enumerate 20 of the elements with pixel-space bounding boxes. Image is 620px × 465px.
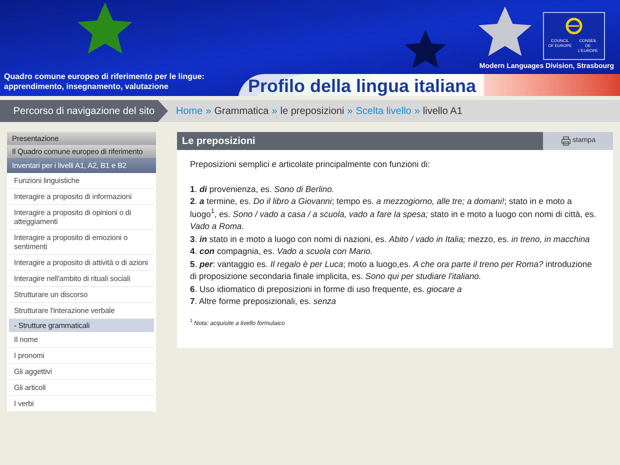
breadcrumb-text: Grammatica [214, 104, 269, 118]
breadcrumb-text: le preposizioni [280, 104, 344, 118]
breadcrumb-text: livello A1 [422, 104, 462, 118]
list-entry: 6. Uso idiomatico di preposizioni in forme di uso frequente, es. giocare a [190, 282, 463, 295]
list-entry: 7. Altre forme preposizionali, es. senza [190, 295, 338, 308]
list-entry: 3. in stato in e moto a luogo con nomi di nazioni, es. Abito / vado in Italia; mezzo, es. in treno, in macchina [190, 232, 591, 245]
breadcrumb-separator: » [206, 104, 212, 118]
list-entry: 5. per: vantaggio es. Il regalo è per Luca; moto a luogo,es. A che ora parte il treno per Roma? introduzione di proposizione secondaria finale implicita, es. Sono qui per studiare l'italiano. [190, 258, 593, 282]
banner-subtitle: apprendimento, insegnamento, valutazione [4, 82, 170, 92]
list-entry: 4. con compagnia, es. Vado a scuola con Mario. [190, 245, 374, 258]
breadcrumb-separator: » [414, 104, 420, 118]
intro-text: Preposizioni semplici e articolate principalmente con funzioni di: [190, 158, 432, 170]
list-entry: 2. a termine, es. Do il libro a Giovanni; tempo es. a mezzogiorno, alle tre; a domani!; stato in e moto a luogo$^{1}$, es. Sono / vado a casa / a scuola, vado a fare la spesa; stato in e moto a luogo con nomi di città, es. Vado a Roma. [190, 195, 598, 232]
list-entry: 1. di provenienza, es. Sono di Berlino. [190, 182, 336, 195]
site-title: Profilo della lingua italiana [238, 74, 484, 96]
breadcrumb-separator: » [347, 104, 353, 118]
breadcrumb-separator: » [272, 104, 278, 118]
printer-icon [560, 136, 571, 146]
banner-subtitle: Quadro comune europeo di riferimento per le lingue: [4, 72, 204, 82]
content-title-bar: Le preposizioni [177, 132, 543, 150]
